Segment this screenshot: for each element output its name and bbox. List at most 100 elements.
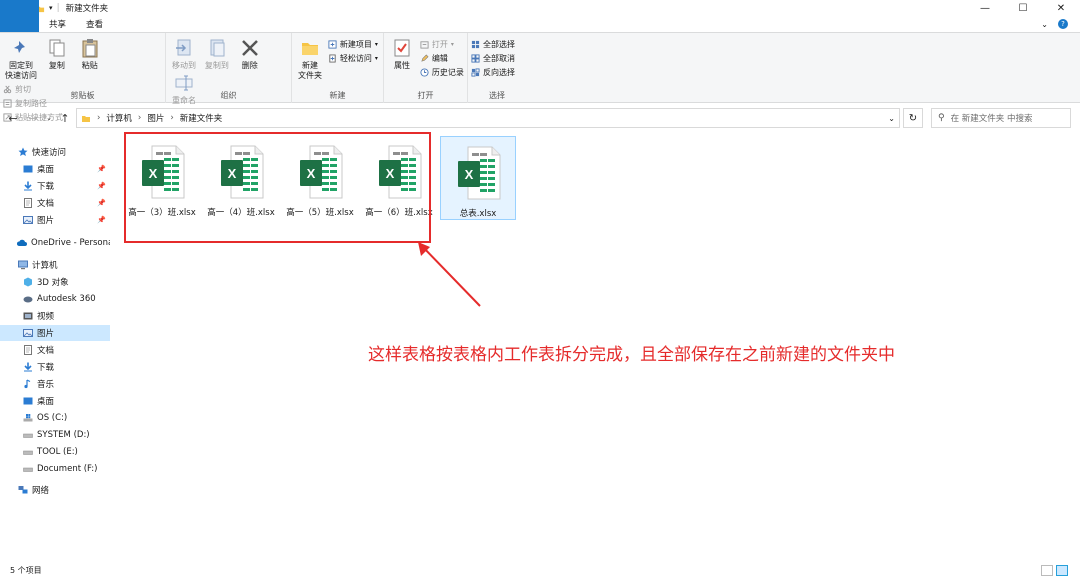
maximize-button[interactable]: ☐ (1004, 0, 1042, 16)
refresh-button[interactable]: ↻ (903, 108, 923, 128)
breadcrumb-pictures[interactable]: 图片 (147, 112, 164, 124)
separator: | (56, 3, 60, 13)
history-button[interactable]: 历史记录 (420, 66, 464, 79)
pictures-icon (23, 216, 33, 224)
nav-network[interactable]: 网络 (0, 482, 110, 498)
nav-quick-documents[interactable]: 文档 📌 (0, 195, 110, 211)
recent-locations-icon[interactable]: ⌄ (42, 114, 56, 122)
nav-quick-pictures[interactable]: 图片 📌 (0, 212, 110, 228)
navigation-pane: 快速访问 桌面 📌 下载 📌 文档 📌 图片 📌 OneDrive - Pers… (0, 140, 110, 560)
new-folder-label: 新建 文件夹 (298, 61, 322, 80)
forward-arrow-icon[interactable]: → (26, 112, 40, 125)
new-folder-button[interactable]: 新建 文件夹 (295, 36, 325, 81)
group-clipboard: 固定到 快速访问 复制 粘贴 剪切 复制路径 粘贴快捷方式 剪贴板 (0, 33, 166, 122)
tab-view[interactable]: 查看 (76, 16, 113, 32)
open-icon (420, 41, 429, 49)
breadcrumb-new-folder[interactable]: 新建文件夹 (180, 112, 223, 124)
dropdown-arrow-icon: ▾ (450, 41, 454, 48)
select-all-label: 全部选择 (483, 40, 515, 49)
select-small-buttons: 全部选择 全部取消 反向选择 (471, 36, 515, 79)
excel-file-icon: X (454, 145, 502, 201)
nav-onedrive-label: OneDrive - Persona (31, 238, 110, 248)
nav-computer-label: 计算机 (32, 261, 58, 271)
delete-button[interactable]: 删除 (235, 36, 265, 71)
nav-drive-d[interactable]: SYSTEM (D:) (0, 427, 110, 443)
nav-music[interactable]: 音乐 (0, 376, 110, 392)
up-arrow-icon[interactable]: ↑ (58, 112, 72, 125)
copy-button[interactable]: 复制 (42, 36, 72, 71)
new-small-buttons: 新建项目 ▾ 轻松访问 ▾ (328, 36, 378, 65)
download-icon (24, 362, 32, 372)
nav-drive-e[interactable]: TOOL (E:) (0, 444, 110, 460)
expand-ribbon-icon[interactable]: ⌄ (1041, 20, 1048, 29)
close-button[interactable]: ✕ (1042, 0, 1080, 16)
nav-computer[interactable]: 计算机 (0, 257, 110, 273)
easy-access-button[interactable]: 轻松访问 ▾ (328, 52, 378, 65)
nav-pictures[interactable]: 图片 (0, 325, 110, 341)
drive-icon (23, 450, 33, 455)
nav-drive-f[interactable]: Document (F:) (0, 461, 110, 477)
nav-quick-downloads-label: 下载 (37, 182, 55, 192)
search-box[interactable]: ⚲ 在 新建文件夹 中搜索 (931, 108, 1071, 128)
nav-documents[interactable]: 文档 (0, 342, 110, 358)
move-to-label: 移动到 (172, 61, 196, 70)
refresh-icon: ↻ (908, 112, 918, 124)
select-none-button[interactable]: 全部取消 (471, 52, 515, 65)
nav-drive-c[interactable]: OS (C:) (0, 410, 110, 426)
nav-quick-pictures-label: 图片 (37, 216, 55, 226)
window-title: 新建文件夹 (65, 4, 109, 14)
properties-icon (394, 39, 410, 57)
large-icons-view-icon[interactable] (1056, 565, 1068, 576)
nav-downloads[interactable]: 下载 (0, 359, 110, 375)
documents-icon (24, 198, 32, 208)
nav-videos[interactable]: 视频 (0, 308, 110, 324)
copy-label: 复制 (48, 61, 65, 70)
explorer-window: | ▾ | 新建文件夹 — ☐ ✕ 文件 主页 共享 查看 ⌄ ? 固定到 快速… (0, 0, 1080, 579)
details-view-icon[interactable] (1041, 565, 1053, 576)
easy-access-icon (329, 54, 336, 63)
copy-to-icon (210, 39, 225, 57)
copy-to-button[interactable]: 复制到 (202, 36, 232, 71)
address-row: ← → ⌄ ↑ › 计算机 › 图片 › 新建文件夹 ⌄ ↻ ⚲ 在 新建文件夹… (0, 107, 1080, 129)
nav-desktop[interactable]: 桌面 (0, 393, 110, 409)
nav-music-label: 音乐 (37, 380, 55, 390)
nav-downloads-label: 下载 (37, 363, 55, 373)
open-label: 打开 (431, 40, 448, 49)
address-dropdown-icon[interactable]: ⌄ (888, 114, 895, 123)
autodesk-360-icon (23, 296, 33, 303)
windows-drive-icon (23, 414, 33, 422)
back-arrow-icon[interactable]: ← (6, 112, 20, 125)
new-item-button[interactable]: 新建项目 ▾ (328, 38, 378, 51)
group-select: 全部选择 全部取消 反向选择 选择 (468, 33, 526, 103)
select-all-button[interactable]: 全部选择 (471, 38, 515, 51)
open-button[interactable]: 打开 ▾ (420, 38, 464, 51)
tab-share[interactable]: 共享 (39, 16, 76, 32)
view-toggle (1041, 565, 1068, 576)
invert-selection-icon (471, 68, 480, 77)
nav-drive-e-label: TOOL (E:) (37, 447, 78, 457)
nav-3d-objects[interactable]: 3D 对象 (0, 274, 110, 290)
minimize-button[interactable]: — (966, 0, 1004, 16)
group-new: 新建 文件夹 新建项目 ▾ 轻松访问 ▾ 新建 (292, 33, 384, 103)
properties-button[interactable]: 属性 (387, 36, 417, 71)
nav-autodesk-360[interactable]: Autodesk 360 (0, 291, 110, 307)
breadcrumb[interactable]: › 计算机 › 图片 › 新建文件夹 ⌄ (76, 108, 900, 128)
invert-selection-button[interactable]: 反向选择 (471, 66, 515, 79)
nav-onedrive[interactable]: OneDrive - Persona (0, 235, 110, 251)
nav-quick-downloads[interactable]: 下载 📌 (0, 178, 110, 194)
tab-file[interactable]: 文件 (0, 0, 39, 32)
nav-quick-desktop[interactable]: 桌面 📌 (0, 161, 110, 177)
move-to-button[interactable]: 移动到 (169, 36, 199, 71)
breadcrumb-computer[interactable]: 计算机 (106, 112, 132, 124)
delete-label: 删除 (241, 61, 258, 70)
3d-objects-icon (24, 277, 32, 287)
file-item-selected[interactable]: X 总表.xlsx (440, 136, 516, 220)
qat-dropdown-icon[interactable]: ▾ (49, 4, 53, 12)
edit-button[interactable]: 编辑 (420, 52, 464, 65)
paste-button[interactable]: 粘贴 (75, 36, 105, 71)
dropdown-arrow-icon: ▾ (374, 55, 378, 62)
nav-quick-documents-label: 文档 (37, 199, 55, 209)
nav-quick-access[interactable]: 快速访问 (0, 144, 110, 160)
help-icon[interactable]: ? (1058, 19, 1068, 29)
pin-quick-access-button[interactable]: 固定到 快速访问 (3, 36, 39, 81)
